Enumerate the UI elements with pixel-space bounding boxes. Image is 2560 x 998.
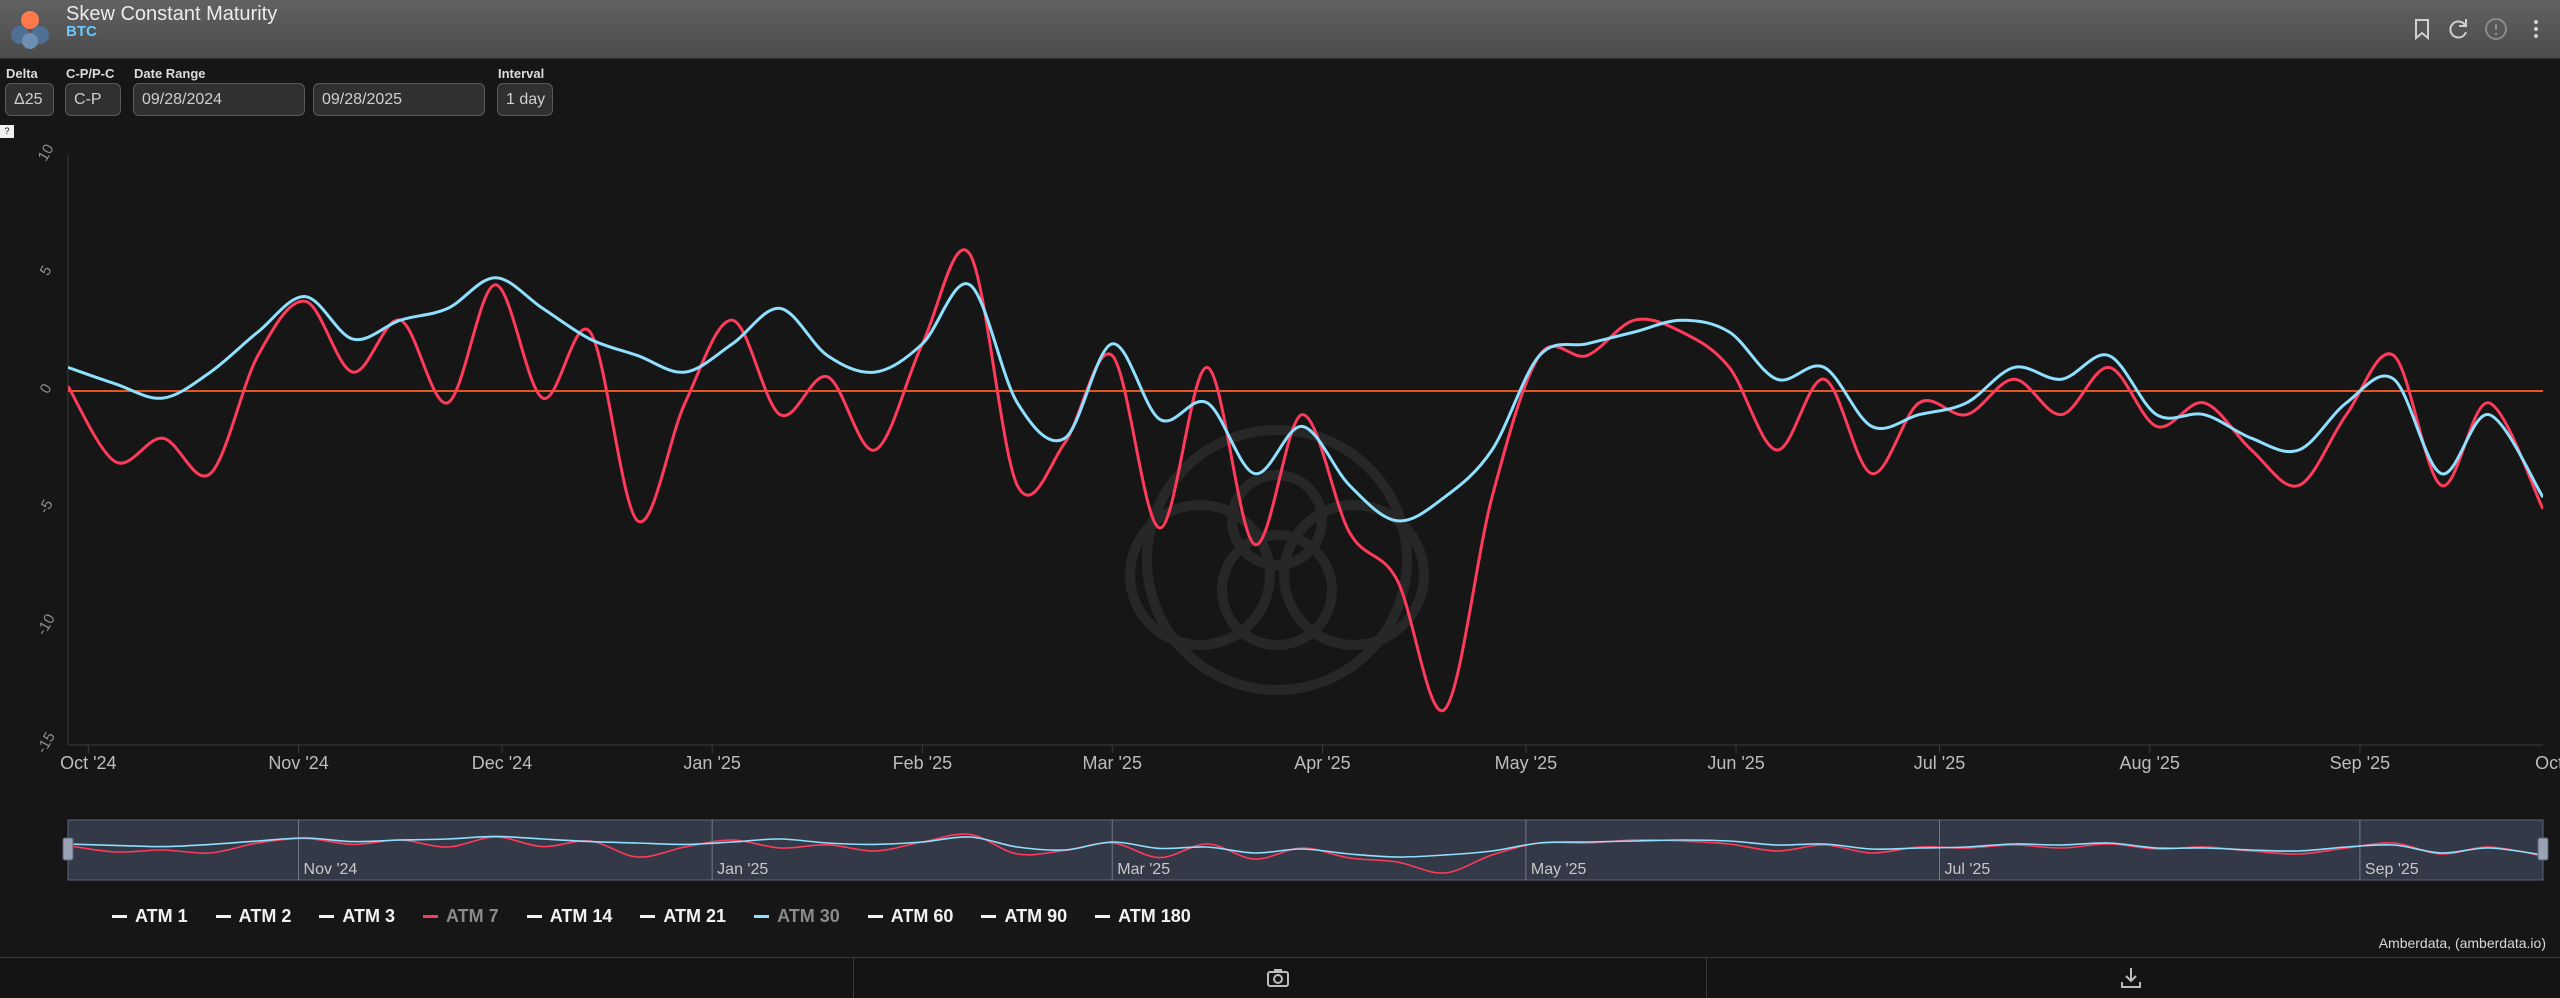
x-tick-label: Oct '25 xyxy=(2535,753,2560,773)
y-tick-label: 10 xyxy=(35,141,58,164)
start-date-input[interactable]: 09/28/2024 xyxy=(133,83,305,116)
legend-swatch xyxy=(526,914,542,918)
footer-divider xyxy=(1706,958,1707,998)
end-date-input[interactable]: 09/28/2025 xyxy=(313,83,485,116)
legend-label: ATM 2 xyxy=(238,905,292,926)
navigator-handle-left[interactable] xyxy=(62,837,74,861)
legend-label: ATM 30 xyxy=(777,905,840,926)
x-tick-label: Feb '25 xyxy=(893,753,952,773)
navigator-label: Nov '24 xyxy=(304,861,358,878)
footer-divider xyxy=(853,958,854,998)
navigator-label: Mar '25 xyxy=(1117,861,1170,878)
navigator-label: May '25 xyxy=(1531,861,1587,878)
interval-label: Interval xyxy=(498,66,545,81)
navigator-label: Jan '25 xyxy=(717,861,768,878)
legend-swatch xyxy=(754,914,770,918)
legend-item-atm-30[interactable]: ATM 30 xyxy=(754,903,840,929)
legend: ATM 1 ATM 2 ATM 3 ATM 7 ATM 14 ATM 21 ATM 30 AT… xyxy=(112,903,1191,929)
legend-label: ATM 14 xyxy=(549,905,613,926)
app-logo-icon xyxy=(11,11,49,49)
x-tick-label: Nov '24 xyxy=(268,753,328,773)
cpc-select[interactable]: C-P xyxy=(65,83,121,116)
credit-text: Amberdata, (amberdata.io) xyxy=(2378,935,2546,951)
camera-icon[interactable] xyxy=(1264,964,1292,992)
x-tick-label: Sep '25 xyxy=(2330,753,2391,773)
legend-swatch xyxy=(981,914,997,918)
range-navigator[interactable]: Nov '24 Jan '25 Mar '25 May '25 Jul '25 Sep '… xyxy=(0,815,2560,885)
legend-item-atm-3[interactable]: ATM 3 xyxy=(319,903,395,929)
info-icon[interactable] xyxy=(2482,15,2510,43)
download-icon[interactable] xyxy=(2117,964,2145,992)
x-tick-label: Oct '24 xyxy=(60,753,116,773)
help-badge[interactable]: ? xyxy=(0,125,14,138)
legend-item-atm-90[interactable]: ATM 90 xyxy=(981,903,1067,929)
legend-label: ATM 180 xyxy=(1118,905,1191,926)
x-tick-label: Apr '25 xyxy=(1294,753,1350,773)
y-tick-label: -10 xyxy=(33,611,59,638)
navigator-window[interactable] xyxy=(67,819,2544,881)
y-axis-ticks: 10 5 0 -5 -10 -15 xyxy=(33,141,59,756)
x-tick-label: Jul '25 xyxy=(1914,753,1965,773)
delta-select[interactable]: Δ25 xyxy=(5,83,54,116)
y-tick-label: -5 xyxy=(35,497,56,517)
legend-item-atm-1[interactable]: ATM 1 xyxy=(112,903,188,929)
legend-label: ATM 1 xyxy=(135,905,188,926)
asset-subtitle: BTC xyxy=(66,23,97,40)
header-bar: Skew Constant Maturity BTC xyxy=(0,0,2560,59)
legend-item-atm-2[interactable]: ATM 2 xyxy=(215,903,292,929)
y-tick-label: -15 xyxy=(33,729,59,756)
legend-label: ATM 21 xyxy=(663,905,727,926)
navigator-label: Sep '25 xyxy=(2365,861,2419,878)
legend-label: ATM 7 xyxy=(446,905,499,926)
legend-swatch xyxy=(112,914,127,918)
page-title: Skew Constant Maturity xyxy=(66,3,278,25)
legend-item-atm-21[interactable]: ATM 21 xyxy=(640,903,726,929)
refresh-icon[interactable] xyxy=(2444,15,2472,43)
x-tick-label: Jan '25 xyxy=(683,753,740,773)
legend-swatch xyxy=(215,914,231,918)
bookmark-icon[interactable] xyxy=(2408,15,2436,43)
legend-label: ATM 60 xyxy=(890,905,954,926)
cpc-label: C-P/P-C xyxy=(66,66,115,81)
date-range-label: Date Range xyxy=(134,66,206,81)
legend-label: ATM 90 xyxy=(1004,905,1068,926)
legend-item-atm-60[interactable]: ATM 60 xyxy=(867,903,954,929)
legend-swatch xyxy=(867,914,883,918)
navigator-label: Jul '25 xyxy=(1945,861,1991,878)
y-tick-label: 0 xyxy=(37,381,56,397)
legend-label: ATM 3 xyxy=(342,905,396,926)
legend-swatch xyxy=(319,914,335,918)
legend-item-atm-180[interactable]: ATM 180 xyxy=(1095,903,1191,929)
y-tick-label: 5 xyxy=(37,263,56,279)
legend-item-atm-7[interactable]: ATM 7 xyxy=(423,903,499,929)
navigator-handle-right[interactable] xyxy=(2537,837,2549,861)
skew-chart[interactable]: 10 5 0 -5 -10 -15 Oct '24 Nov '24 Dec '24 Jan '2… xyxy=(0,140,2560,780)
x-tick-label: Aug '25 xyxy=(2119,753,2180,773)
x-axis-ticks: Oct '24 Nov '24 Dec '24 Jan '25 Feb '25 Mar '… xyxy=(60,745,2560,773)
more-vertical-icon[interactable] xyxy=(2522,15,2550,43)
interval-select[interactable]: 1 day xyxy=(497,83,553,116)
footer-toolbar xyxy=(0,957,2560,998)
legend-item-atm-14[interactable]: ATM 14 xyxy=(526,903,613,929)
x-tick-label: May '25 xyxy=(1495,753,1557,773)
x-tick-label: Dec '24 xyxy=(472,753,532,773)
delta-label: Delta xyxy=(6,66,38,81)
x-tick-label: Mar '25 xyxy=(1083,753,1142,773)
legend-swatch xyxy=(1095,914,1111,918)
x-tick-label: Jun '25 xyxy=(1707,753,1764,773)
legend-swatch xyxy=(423,914,439,918)
legend-swatch xyxy=(640,914,656,918)
